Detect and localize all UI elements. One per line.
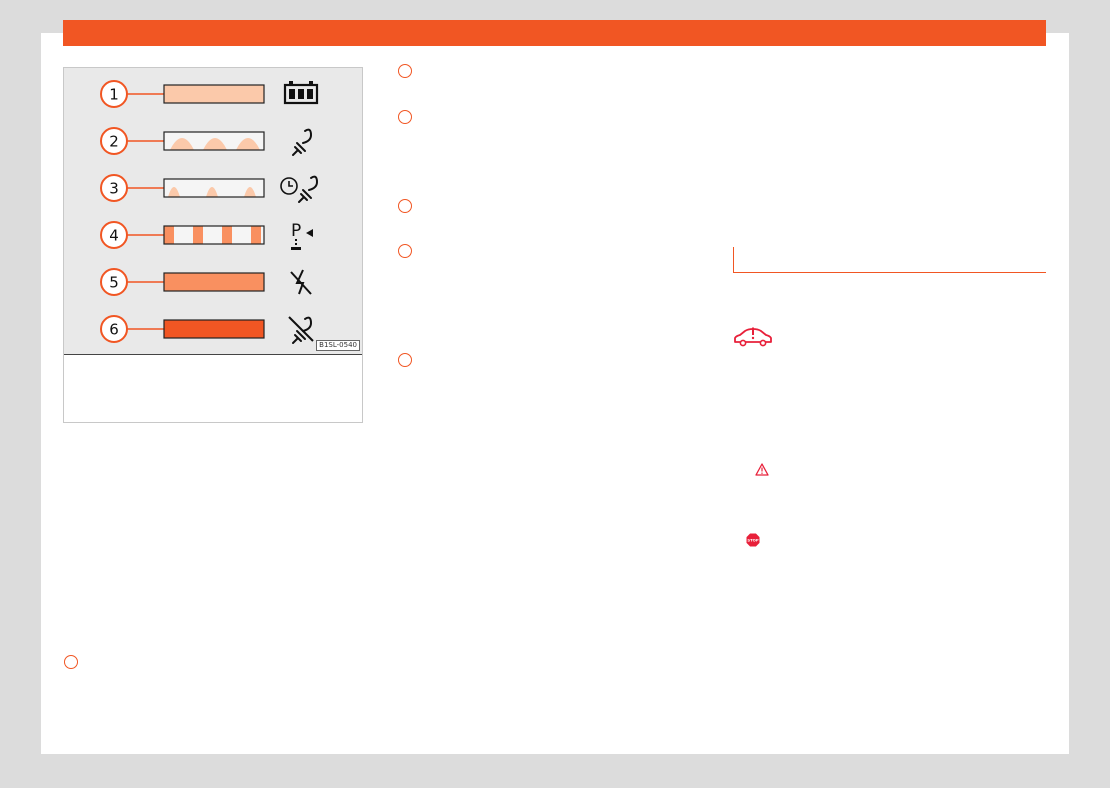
header-bar (63, 20, 1046, 46)
indicator-bar (164, 320, 264, 338)
callout-marker-5 (398, 353, 412, 367)
charging-plug-icon (292, 128, 312, 156)
bar-block (251, 226, 261, 244)
row-number: 1 (109, 86, 119, 104)
indicator-bar (164, 226, 264, 244)
parking-indicator-icon: P (291, 221, 313, 250)
figure-illustration: 1234P56 B1SL-0540 (64, 68, 362, 355)
row-number: 4 (109, 227, 119, 245)
svg-text:STOP: STOP (747, 538, 759, 543)
section-rule (733, 272, 1046, 273)
svg-text:P: P (291, 221, 301, 241)
callout-marker-2 (398, 110, 412, 124)
indicator-bar (164, 273, 264, 291)
bar-block (222, 226, 232, 244)
bar-block (164, 226, 174, 244)
figure-code: B1SL-0540 (316, 340, 360, 351)
warning-triangle-icon (755, 463, 769, 476)
battery-icon (283, 81, 319, 105)
indicator-row-2: 2 (100, 127, 312, 156)
no-power-icon (290, 269, 312, 295)
row-number: 3 (109, 180, 119, 198)
charging-fault-icon (288, 316, 314, 344)
row-number: 2 (109, 133, 119, 151)
indicator-row-4: 4P (100, 221, 313, 250)
callout-marker-3 (398, 199, 412, 213)
row-number: 6 (109, 321, 119, 339)
stop-icon: STOP (746, 533, 760, 547)
indicator-row-5: 5 (100, 268, 312, 296)
row-number: 5 (109, 274, 119, 292)
section-rule-tick (733, 247, 734, 273)
indicator-row-3: 3 (100, 174, 318, 203)
indicator-bar (164, 85, 264, 103)
indicator-row-1: 1 (100, 80, 319, 108)
charging-indicator-figure: 1234P56 B1SL-0540 (63, 67, 363, 423)
indicator-row-6: 6 (100, 315, 314, 344)
callout-marker-1 (398, 64, 412, 78)
car-warning-icon (734, 327, 772, 347)
callout-marker-6 (64, 655, 78, 669)
bar-block (193, 226, 203, 244)
figure-svg: 1234 P56 (100, 80, 319, 344)
callout-marker-4 (398, 244, 412, 258)
timer-charging-icon (280, 175, 318, 203)
